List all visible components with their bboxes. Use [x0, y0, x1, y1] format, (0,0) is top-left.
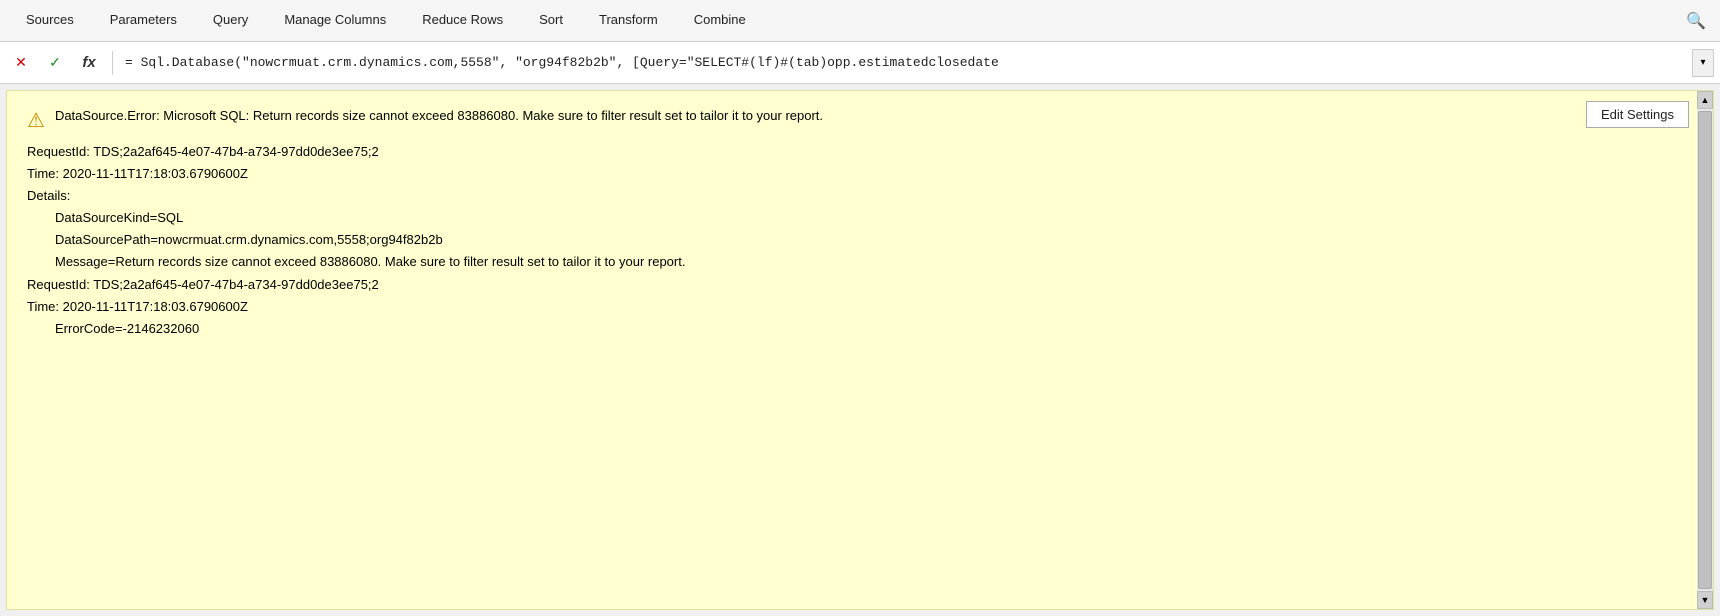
ribbon-item-parameters[interactable]: Parameters [92, 0, 195, 41]
scrollbar-thumb[interactable] [1698, 111, 1712, 589]
cancel-button[interactable]: ✕ [6, 49, 36, 77]
error-message: Message=Return records size cannot excee… [27, 251, 1693, 273]
datasource-kind: DataSourceKind=SQL [27, 207, 1693, 229]
ribbon-item-combine[interactable]: Combine [676, 0, 764, 41]
error-header: ⚠ DataSource.Error: Microsoft SQL: Retur… [27, 107, 1693, 133]
scroll-down-button[interactable]: ▼ [1697, 591, 1713, 609]
confirm-button[interactable]: ✓ [40, 49, 70, 77]
ribbon-item-query[interactable]: Query [195, 0, 266, 41]
warning-icon: ⚠ [27, 108, 45, 133]
formula-separator [112, 51, 113, 75]
ribbon-item-sort[interactable]: Sort [521, 0, 581, 41]
details-label: Details: [27, 188, 70, 203]
error-title: DataSource.Error: Microsoft SQL: Return … [55, 107, 823, 125]
ribbon-item-sources[interactable]: Sources [8, 0, 92, 41]
formula-bar: ✕ ✓ fx ▾ [0, 42, 1720, 84]
scroll-up-button[interactable]: ▲ [1697, 91, 1713, 109]
fx-button[interactable]: fx [74, 49, 104, 77]
time-2: Time: 2020-11-11T17:18:03.6790600Z [27, 299, 248, 314]
formula-expand-button[interactable]: ▾ [1692, 49, 1714, 77]
formula-input[interactable] [121, 49, 1688, 77]
request-id-1: RequestId: TDS;2a2af645-4e07-47b4-a734-9… [27, 144, 379, 159]
edit-settings-button[interactable]: Edit Settings [1586, 101, 1689, 128]
ribbon-item-manage-columns[interactable]: Manage Columns [266, 0, 404, 41]
scrollbar-track: ▲ ▼ [1697, 91, 1713, 609]
main-content: Edit Settings ⚠ DataSource.Error: Micros… [0, 84, 1720, 616]
ribbon-item-reduce-rows[interactable]: Reduce Rows [404, 0, 521, 41]
error-code: ErrorCode=-2146232060 [27, 318, 1693, 340]
time-1: Time: 2020-11-11T17:18:03.6790600Z [27, 166, 248, 181]
error-body: RequestId: TDS;2a2af645-4e07-47b4-a734-9… [27, 141, 1693, 340]
ribbon-nav: Sources Parameters Query Manage Columns … [0, 0, 1720, 42]
search-icon[interactable]: 🔍 [1680, 0, 1712, 42]
error-panel: Edit Settings ⚠ DataSource.Error: Micros… [6, 90, 1714, 610]
datasource-path: DataSourcePath=nowcrmuat.crm.dynamics.co… [27, 229, 1693, 251]
ribbon-item-transform[interactable]: Transform [581, 0, 676, 41]
request-id-2: RequestId: TDS;2a2af645-4e07-47b4-a734-9… [27, 277, 379, 292]
